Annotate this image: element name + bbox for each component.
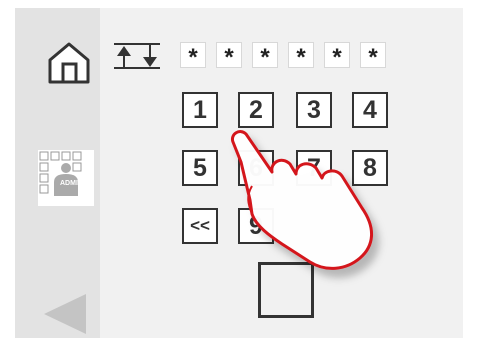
back-arrow-icon: [44, 294, 86, 334]
key-3[interactable]: 3: [296, 92, 332, 128]
admin-label: ADMIN: [60, 180, 83, 187]
back-button[interactable]: [40, 292, 90, 336]
confirm-button[interactable]: [258, 262, 314, 318]
home-button[interactable]: [44, 38, 94, 88]
key-4[interactable]: 4: [352, 92, 388, 128]
key-5[interactable]: 5: [182, 150, 218, 186]
pin-mask-char: *: [324, 42, 350, 71]
admin-user-icon: [39, 151, 82, 196]
swap-button[interactable]: [112, 40, 162, 72]
key-7[interactable]: 7: [296, 150, 332, 186]
key-9[interactable]: 9: [238, 208, 274, 244]
pin-mask-char: *: [252, 42, 278, 71]
key-6[interactable]: 6: [238, 150, 274, 186]
backspace-key[interactable]: <<: [182, 208, 218, 244]
pin-mask-char: *: [216, 42, 242, 71]
swap-arrows-icon: [114, 43, 160, 69]
admin-button[interactable]: ADMIN: [38, 150, 94, 206]
pin-mask-char: *: [360, 42, 386, 71]
home-icon: [48, 42, 90, 84]
pin-mask-char: *: [180, 42, 206, 71]
key-2[interactable]: 2: [238, 92, 274, 128]
key-8[interactable]: 8: [352, 150, 388, 186]
key-1[interactable]: 1: [182, 92, 218, 128]
pin-mask-char: *: [288, 42, 314, 71]
